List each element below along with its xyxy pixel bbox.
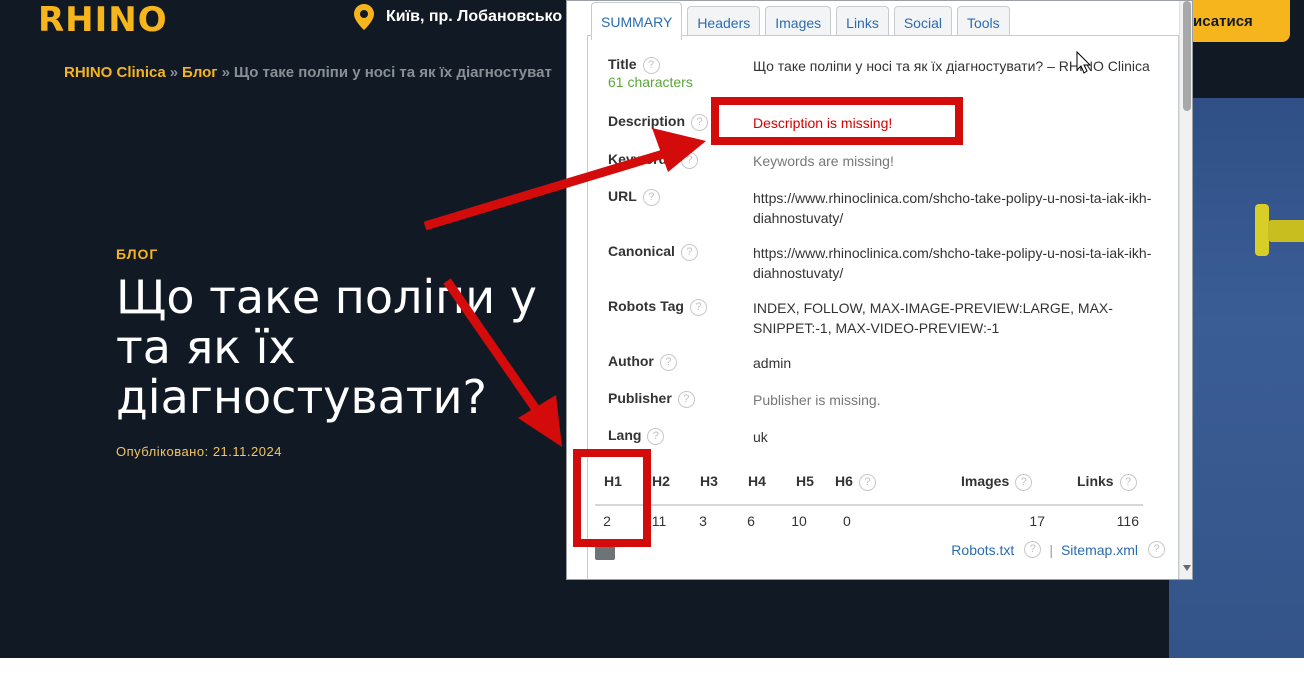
robots-label: Robots Tag [608,298,684,314]
help-icon[interactable]: ? [677,390,695,408]
description-label-wrap: Description? [608,113,709,131]
h4-header: H4 [748,473,766,489]
footer-links: Robots.txt ? | Sitemap.xml ? [951,541,1165,558]
seo-extension-popup: SUMMARY Headers Images Links Social Tool… [566,0,1193,580]
h1-count: 2 [603,513,611,529]
h3-count: 3 [699,513,707,529]
help-icon[interactable]: ? [642,56,660,74]
author-label-wrap: Author? [608,353,677,371]
title-value: Що таке поліпи у носі та як їх діагносту… [753,58,1150,74]
images-header-label: Images [961,473,1010,489]
h5-count: 10 [791,513,807,529]
title-length: 61 characters [608,73,693,90]
h2-count: 11 [651,513,667,529]
sitemap-link[interactable]: Sitemap.xml [1061,542,1138,558]
location-pin-icon [354,4,374,30]
description-value: Description is missing! [753,115,893,131]
images-header: Images? [961,473,1051,491]
h2-header: H2 [652,473,670,489]
keywords-label-wrap: Keywords? [608,151,698,169]
publisher-label: Publisher [608,390,672,406]
h6-header: H6? [835,473,895,491]
keywords-label: Keywords [608,151,675,167]
help-icon[interactable]: ? [642,188,660,206]
links-count: 116 [1116,513,1139,529]
url-value[interactable]: https://www.rhinoclinica.com/shcho-take-… [753,188,1163,228]
help-icon[interactable]: ? [691,113,709,131]
help-icon[interactable]: ? [1024,541,1042,558]
summary-panel: Title? 61 characters Що таке поліпи у но… [587,35,1179,579]
publisher-label-wrap: Publisher? [608,390,695,408]
h6-count: 0 [843,513,851,529]
h4-count: 6 [747,513,755,529]
lang-label: Lang [608,427,642,443]
breadcrumb: RHINO Clinica» Блог» Що таке поліпи у носі… [64,64,552,81]
h6-header-label: H6 [835,473,853,489]
h1-header: H1 [604,473,622,489]
chart-icon[interactable] [595,544,615,560]
breadcrumb-home[interactable]: RHINO Clinica [64,64,166,81]
breadcrumb-blog[interactable]: Блог [182,64,218,81]
help-icon[interactable]: ? [858,473,876,491]
help-icon[interactable]: ? [1148,541,1165,558]
h5-header: H5 [796,473,814,489]
images-count: 17 [1029,513,1045,529]
robots-label-wrap: Robots Tag? [608,298,707,316]
author-label: Author [608,353,654,369]
help-icon[interactable]: ? [659,353,677,371]
lang-value: uk [753,429,768,445]
table-divider [595,504,1143,506]
canonical-label-wrap: Canonical? [608,243,698,261]
location-text: Київ, пр. Лобановсько [386,8,563,25]
help-icon[interactable]: ? [1015,473,1033,491]
page-bottom-strip [0,658,1304,679]
canonical-label: Canonical [608,243,675,259]
help-icon[interactable]: ? [689,298,707,316]
url-label-wrap: URL? [608,188,660,206]
author-value: admin [753,355,792,371]
breadcrumb-separator: » [169,64,179,81]
help-icon[interactable]: ? [1119,473,1137,491]
robots-value: INDEX, FOLLOW, MAX-IMAGE-PREVIEW:LARGE, … [753,300,1113,336]
title-label: Title [608,56,637,72]
pin-object [1268,220,1304,242]
lang-label-wrap: Lang? [608,427,665,445]
links-header-label: Links [1077,473,1114,489]
published-date: Опубліковано: 21.11.2024 [116,444,282,459]
keywords-value: Keywords are missing! [753,153,894,169]
location-header[interactable]: Київ, пр. Лобановсько [354,4,562,30]
help-icon[interactable]: ? [680,151,698,169]
breadcrumb-separator: » [221,64,230,81]
tab-summary[interactable]: SUMMARY [591,2,683,40]
robots-txt-link[interactable]: Robots.txt [951,542,1014,558]
h3-header: H3 [700,473,718,489]
scroll-down-icon[interactable] [1183,565,1191,571]
help-icon[interactable]: ? [680,243,698,261]
breadcrumb-current: Що таке поліпи у носі та як їх діагносту… [233,64,552,81]
category-label: БЛОГ [116,246,159,262]
help-icon[interactable]: ? [647,427,665,445]
url-label: URL [608,188,637,204]
rhino-logo[interactable]: RHINO [38,2,168,38]
canonical-value[interactable]: https://www.rhinoclinica.com/shcho-take-… [753,243,1163,283]
publisher-value: Publisher is missing. [753,392,881,408]
popup-scrollbar[interactable] [1179,1,1192,579]
scrollbar-thumb[interactable] [1183,1,1191,111]
title-label-wrap: Title? 61 characters [608,56,693,90]
links-header: Links? [1077,473,1147,491]
footer-divider: | [1049,541,1053,558]
pin-object [1255,204,1269,256]
description-label: Description [608,113,686,129]
